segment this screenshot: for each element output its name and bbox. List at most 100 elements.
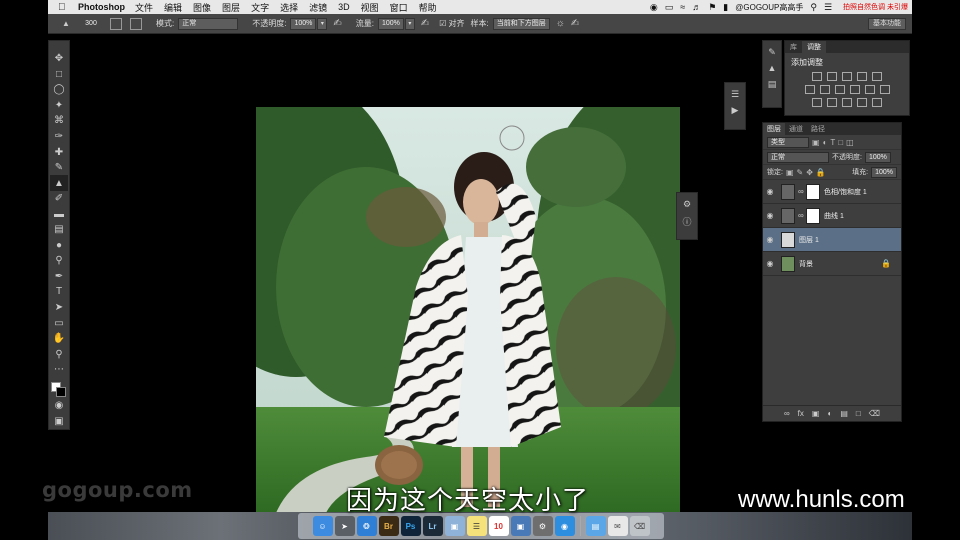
pressure-size-icon[interactable]: ✍ (571, 18, 579, 29)
selective-color-icon[interactable] (872, 98, 882, 107)
brush-panel-icon[interactable] (110, 17, 122, 30)
preview-icon[interactable]: ▣ (444, 516, 465, 536)
properties-icon[interactable]: ⚙ (680, 199, 694, 211)
finder-icon[interactable]: ☺ (312, 516, 333, 536)
healing-brush-tool-icon[interactable]: ✚ (50, 144, 68, 160)
list-icon[interactable]: ☰ (824, 2, 832, 13)
lock-pixels-icon[interactable]: ✎ (797, 168, 804, 177)
tab-libraries[interactable]: 库 (785, 41, 802, 53)
color-lookup-icon[interactable] (879, 85, 890, 94)
hue-saturation-icon[interactable] (804, 85, 815, 94)
more-tools-icon[interactable]: ⋯ (50, 362, 68, 378)
flow-input[interactable]: 100% (378, 17, 404, 30)
invert-icon[interactable] (812, 98, 822, 107)
menu-edit[interactable]: 编辑 (164, 1, 182, 14)
photos-icon[interactable]: ▣ (510, 516, 531, 536)
history-icon[interactable]: ☰ (728, 89, 742, 101)
system-preferences-icon[interactable]: ⚙ (532, 516, 553, 536)
eraser-tool-icon[interactable]: ▬ (50, 206, 68, 222)
lock-position-icon[interactable]: ✥ (806, 168, 813, 177)
menu-window[interactable]: 窗口 (390, 1, 408, 14)
vibrance-icon[interactable] (872, 72, 882, 81)
new-group-icon[interactable]: ▤ (840, 409, 848, 418)
wifi-icon[interactable]: ≈ (680, 2, 685, 12)
tab-adjustments[interactable]: 调整 (802, 41, 826, 53)
quick-mask-icon[interactable]: ◉ (50, 398, 68, 414)
menu-image[interactable]: 图像 (193, 1, 211, 14)
menu-file[interactable]: 文件 (135, 1, 153, 14)
tab-paths[interactable]: 路径 (807, 123, 829, 135)
history-brush-tool-icon[interactable]: ✐ (50, 191, 68, 207)
notes-icon[interactable]: ☰ (466, 516, 487, 536)
color-balance-icon[interactable] (819, 85, 830, 94)
lock-transparent-icon[interactable]: ▣ (786, 168, 794, 177)
clone-stamp-icon[interactable]: ▲ (56, 16, 76, 32)
filter-pixel-icon[interactable]: ▣ (812, 138, 820, 147)
layer-mask-thumb[interactable] (806, 183, 820, 200)
fill-input[interactable]: 100% (871, 166, 897, 178)
safari-icon[interactable]: ❂ (356, 516, 377, 536)
layer-mask-thumb[interactable] (806, 207, 820, 224)
mode-select[interactable]: 正常 (178, 17, 239, 30)
levels-icon[interactable] (827, 72, 837, 81)
filter-shape-icon[interactable]: □ (838, 138, 843, 147)
new-layer-icon[interactable]: □ (856, 409, 861, 418)
workspace-select[interactable]: 基本功能 (868, 17, 906, 30)
opacity-input[interactable]: 100% (864, 151, 891, 163)
blur-tool-icon[interactable]: ● (50, 238, 68, 254)
layer-row[interactable]: ◉ 背景 🔒 (763, 252, 901, 276)
gradient-map-icon[interactable] (857, 98, 867, 107)
layer-name[interactable]: 曲线 1 (824, 211, 844, 221)
layer-style-icon[interactable]: fx (798, 409, 804, 418)
filter-type-icon[interactable]: T (830, 138, 835, 147)
brush-presets-icon[interactable]: ✎ (765, 47, 779, 59)
crop-tool-icon[interactable]: ⌘ (50, 113, 68, 129)
info-icon[interactable]: ⓘ (680, 215, 694, 227)
clone-source-icon[interactable] (130, 17, 142, 30)
lightroom-icon[interactable]: Lr (422, 516, 443, 536)
menu-type[interactable]: 文字 (251, 1, 269, 14)
menu-view[interactable]: 视图 (361, 1, 379, 14)
brush-tool-icon[interactable]: ✎ (50, 160, 68, 176)
folder-icon[interactable]: ▤ (585, 516, 606, 536)
app-menu[interactable]: Photoshop (78, 2, 125, 12)
brush-size[interactable]: 300 (80, 16, 102, 32)
photo-filter-icon[interactable] (849, 85, 860, 94)
visibility-eye-icon[interactable]: ◉ (763, 235, 777, 244)
photoshop-icon[interactable]: Ps (400, 516, 421, 536)
opacity-chevron-icon[interactable]: ▾ (317, 17, 328, 30)
tab-channels[interactable]: 通道 (785, 123, 807, 135)
dodge-tool-icon[interactable]: ⚲ (50, 253, 68, 269)
opacity-input[interactable]: 100% (290, 17, 317, 30)
clone-source-panel-icon[interactable]: ▲ (765, 63, 779, 75)
layer-name[interactable]: 色相/饱和度 1 (824, 187, 867, 197)
menu-select[interactable]: 选择 (280, 1, 298, 14)
move-tool-icon[interactable]: ✥ (50, 51, 68, 67)
menu-layer[interactable]: 图层 (222, 1, 240, 14)
blend-mode-select[interactable]: 正常 (767, 151, 829, 163)
visibility-eye-icon[interactable]: ◉ (763, 259, 777, 268)
posterize-icon[interactable] (827, 98, 837, 107)
layer-row[interactable]: ◉ ∞ 曲线 1 (763, 204, 901, 228)
airplay-icon[interactable]: ▭ (665, 2, 674, 13)
new-adjustment-icon[interactable]: ◐ (827, 409, 832, 418)
brightness-icon[interactable] (812, 72, 822, 81)
clone-stamp-tool-icon[interactable]: ▲ (50, 175, 68, 191)
actions-play-icon[interactable]: ▶ (728, 105, 742, 117)
eyedropper-tool-icon[interactable]: ✑ (50, 129, 68, 145)
layer-filter-select[interactable]: 类型 (767, 136, 809, 148)
add-mask-icon[interactable]: ▣ (812, 409, 820, 418)
visibility-eye-icon[interactable]: ◉ (763, 211, 777, 220)
ignore-adjustments-icon[interactable]: ☼ (556, 18, 565, 29)
path-select-tool-icon[interactable]: ➤ (50, 300, 68, 316)
screen-mode-icon[interactable]: ▣ (50, 413, 68, 429)
flow-chevron-icon[interactable]: ▾ (404, 17, 415, 30)
quick-select-tool-icon[interactable]: ✦ (50, 98, 68, 114)
calendar-icon[interactable]: 10 (488, 516, 509, 536)
bridge-icon[interactable]: Br (378, 516, 399, 536)
lasso-tool-icon[interactable]: ◯ (50, 82, 68, 98)
menu-help[interactable]: 帮助 (419, 1, 437, 14)
apple-icon[interactable]:  (58, 2, 70, 13)
lock-icon[interactable]: 🔒 (881, 259, 891, 268)
delete-layer-icon[interactable]: ⌫ (869, 409, 880, 418)
